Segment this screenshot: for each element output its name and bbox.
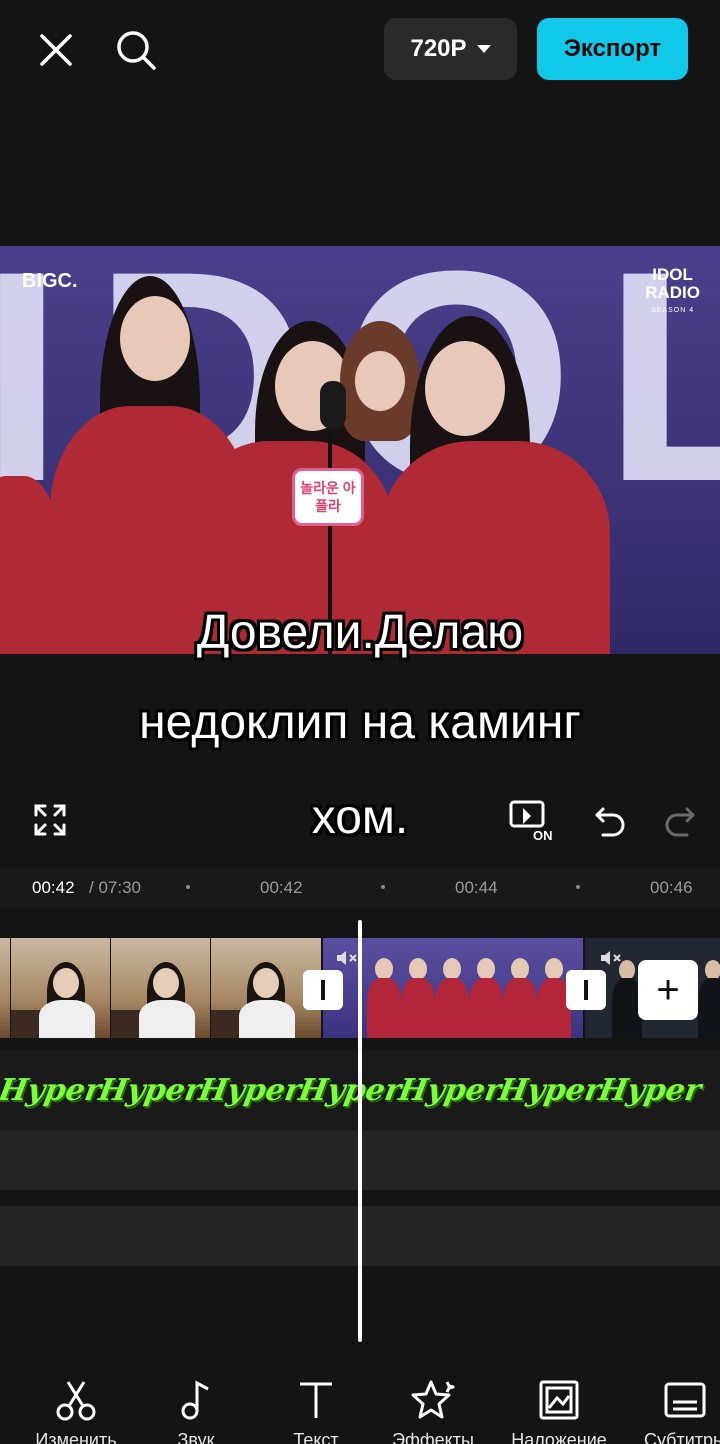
channel-logo-right: IDOL RADIO SEASON 4 xyxy=(645,266,700,320)
bottom-toolbar: Изменить Звук Текст Эффекты Наложение Су… xyxy=(0,1358,720,1444)
caret-down-icon xyxy=(476,45,491,53)
ruler-dot xyxy=(576,885,580,889)
keyframe-button[interactable]: ON xyxy=(506,796,558,844)
timeline[interactable]: + Hyper Hyper Hyper Hyper Hyper Hyper Hy… xyxy=(0,908,720,1358)
total-time: / 07:30 xyxy=(89,878,141,897)
tool-label: Эффекты xyxy=(392,1430,474,1444)
subtitle-line-2[interactable]: недоклип на каминг xyxy=(0,695,720,750)
undo-button[interactable] xyxy=(586,796,634,844)
fullscreen-icon xyxy=(34,804,66,836)
ruler-tick: 00:42 xyxy=(260,878,303,897)
fullscreen-button[interactable] xyxy=(26,796,74,844)
playhead[interactable] xyxy=(358,920,362,1342)
clip-thumbnail[interactable] xyxy=(0,938,10,1038)
person-face xyxy=(120,296,190,381)
clip-thumbnail[interactable] xyxy=(11,938,110,1038)
text-icon xyxy=(300,1382,332,1418)
search-icon xyxy=(117,31,156,70)
tool-label: Звук xyxy=(177,1430,215,1444)
export-button[interactable]: Экспорт xyxy=(537,18,688,80)
tool-overlay[interactable]: Наложение xyxy=(494,1378,624,1444)
preview-controls: ON xyxy=(0,790,720,852)
undo-icon xyxy=(595,807,625,837)
ruler-tick: 00:46 xyxy=(650,878,693,897)
ruler-dot xyxy=(186,885,190,889)
redo-button[interactable] xyxy=(656,796,704,844)
tool-audio[interactable]: Звук xyxy=(131,1378,261,1444)
person-face xyxy=(425,341,505,436)
channel-logo-left: BIGC. xyxy=(22,270,78,292)
music-note-icon xyxy=(181,1380,209,1420)
transition-icon xyxy=(584,980,588,1000)
tool-label: Текст xyxy=(293,1430,339,1444)
overlay-thumbnail: Hyper xyxy=(196,1072,304,1108)
microphone xyxy=(320,381,346,429)
ruler-dot xyxy=(381,885,385,889)
logo-sub: SEASON 4 xyxy=(651,307,695,314)
muted-icon xyxy=(337,951,357,965)
clip-thumbnail[interactable] xyxy=(323,938,583,1038)
subtitles-icon xyxy=(664,1382,706,1418)
overlay-thumbnail: Hyper xyxy=(96,1072,204,1108)
muted-icon xyxy=(601,951,621,965)
close-icon xyxy=(40,34,72,66)
resolution-label: 720P xyxy=(410,35,467,62)
video-preview[interactable]: IDOL 놀라운 아플라 BIGC. IDOL RADIO SEASON 4 Д… xyxy=(0,100,720,844)
tool-label: Наложение xyxy=(511,1430,607,1444)
top-bar: 720P Экспорт xyxy=(0,0,720,100)
logo-line-1: IDOL xyxy=(652,265,693,284)
mic-sign: 놀라운 아플라 xyxy=(292,468,364,526)
overlay-image-icon xyxy=(539,1380,579,1420)
close-button[interactable] xyxy=(30,24,82,76)
overlay-thumbnail: Hyper xyxy=(596,1072,704,1108)
person-face xyxy=(355,351,405,411)
overlay-thumbnail: Hyper xyxy=(0,1072,104,1108)
add-clip-button[interactable]: + xyxy=(638,960,698,1020)
tool-label: Изменить xyxy=(35,1430,117,1444)
tool-effects[interactable]: Эффекты xyxy=(368,1378,498,1444)
search-button[interactable] xyxy=(110,24,162,76)
star-effects-icon xyxy=(411,1380,455,1419)
ruler-tick: 00:44 xyxy=(455,878,498,897)
video-frame: IDOL 놀라운 아플라 BIGC. IDOL RADIO SEASON 4 xyxy=(0,246,720,654)
overlay-thumbnail: Hyper xyxy=(396,1072,504,1108)
overlay-thumbnail: Hyper xyxy=(496,1072,604,1108)
tool-label: Субтитры xyxy=(643,1430,720,1444)
tool-subtitles[interactable]: Субтитры xyxy=(620,1378,720,1444)
keyframe-on-icon: ON xyxy=(509,800,553,842)
redo-icon xyxy=(665,807,695,837)
logo-line-2: RADIO xyxy=(645,283,700,302)
scissors-icon xyxy=(56,1381,96,1421)
time-ruler[interactable]: 00:42 / 07:30 00:42 00:44 00:46 xyxy=(0,868,720,908)
transition-button[interactable] xyxy=(566,970,606,1010)
keyframe-badge: ON xyxy=(533,828,553,842)
clip-thumbnail[interactable] xyxy=(111,938,210,1038)
transition-icon xyxy=(321,980,325,1000)
tool-edit[interactable]: Изменить xyxy=(11,1378,141,1444)
transition-button[interactable] xyxy=(303,970,343,1010)
overlay-thumbnail: Hyper xyxy=(296,1072,404,1108)
subtitle-line-1[interactable]: Довели.Делаю xyxy=(0,605,720,660)
tool-text[interactable]: Текст xyxy=(251,1378,381,1444)
resolution-dropdown[interactable]: 720P xyxy=(384,18,517,80)
current-time: 00:42 xyxy=(32,878,75,897)
